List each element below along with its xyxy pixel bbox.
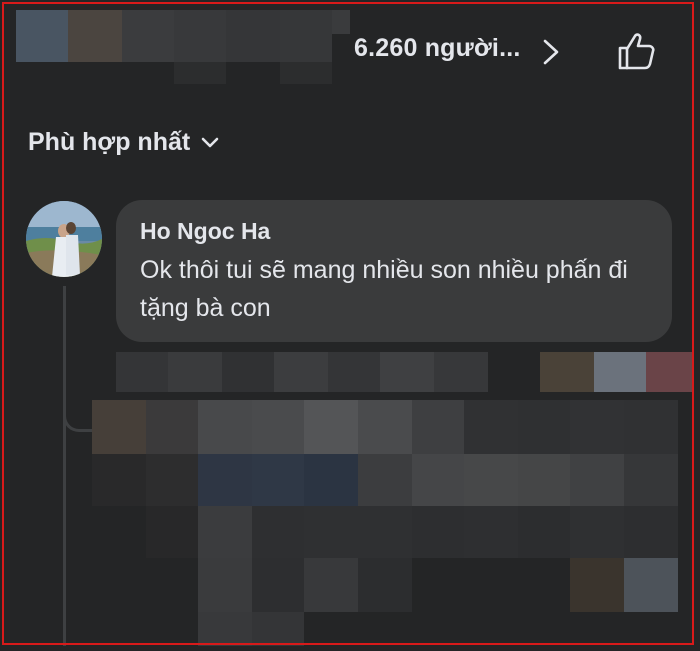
blurred-region <box>518 454 570 506</box>
blurred-region <box>92 454 146 506</box>
blurred-region <box>280 10 332 62</box>
blurred-region <box>412 506 464 558</box>
blurred-region <box>570 454 624 506</box>
blurred-region <box>412 400 464 454</box>
avatar[interactable] <box>26 201 102 277</box>
blurred-region <box>198 612 252 646</box>
blurred-region <box>570 558 624 612</box>
blurred-region <box>198 454 252 506</box>
reactions-bar[interactable]: 6.260 người... <box>0 0 700 90</box>
blurred-region <box>358 454 412 506</box>
blurred-region <box>358 400 412 454</box>
blurred-region <box>252 558 304 612</box>
reaction-count[interactable]: 6.260 người... <box>354 34 521 63</box>
blurred-region <box>304 400 358 454</box>
blurred-region <box>280 62 332 84</box>
thumbs-up-icon[interactable] <box>616 30 658 72</box>
blurred-region <box>146 400 198 454</box>
blurred-region <box>518 506 570 558</box>
blurred-region <box>222 352 274 392</box>
blurred-region <box>226 10 280 62</box>
blurred-region <box>570 400 624 454</box>
blurred-region <box>304 506 358 558</box>
comment-text: Ok thôi tui sẽ mang nhiều son nhiều phấn… <box>140 256 628 322</box>
thread-line <box>63 286 66 646</box>
blurred-region <box>252 454 304 506</box>
blurred-region <box>304 454 358 506</box>
blurred-region <box>174 10 226 62</box>
blurred-region <box>146 454 198 506</box>
blurred-region <box>624 506 678 558</box>
blurred-region <box>252 400 304 454</box>
blurred-region <box>646 352 694 392</box>
blurred-region <box>332 10 350 34</box>
blurred-region <box>174 62 226 84</box>
sort-dropdown[interactable]: Phù hợp nhất <box>28 128 220 157</box>
comment-bubble[interactable]: Ho Ngoc Ha Ok thôi tui sẽ mang nhiều son… <box>116 200 672 342</box>
blurred-region <box>198 400 252 454</box>
blurred-region <box>464 454 518 506</box>
blurred-region <box>146 506 198 558</box>
blurred-region <box>624 454 678 506</box>
blurred-region <box>16 10 68 62</box>
blurred-region <box>518 400 570 454</box>
comment-author[interactable]: Ho Ngoc Ha <box>140 218 648 245</box>
chevron-right-icon[interactable] <box>541 38 561 66</box>
blurred-region <box>358 506 412 558</box>
blurred-region <box>252 612 304 646</box>
blurred-region <box>540 352 594 392</box>
blurred-region <box>304 558 358 612</box>
blurred-region <box>92 400 146 454</box>
blurred-region <box>464 400 518 454</box>
blurred-region <box>168 352 222 392</box>
blurred-region <box>68 10 122 62</box>
blurred-region <box>274 352 328 392</box>
blurred-region <box>570 506 624 558</box>
blurred-region <box>116 352 168 392</box>
blurred-region <box>198 506 252 558</box>
blurred-region <box>624 558 678 612</box>
sort-label: Phù hợp nhất <box>28 128 191 156</box>
blurred-region <box>380 352 434 392</box>
blurred-region <box>328 352 380 392</box>
blurred-region <box>464 506 518 558</box>
blurred-region <box>594 352 646 392</box>
blurred-region <box>252 506 304 558</box>
blurred-region <box>434 352 488 392</box>
chevron-down-icon <box>201 137 219 147</box>
blurred-region <box>198 558 252 612</box>
blurred-region <box>624 400 678 454</box>
blurred-region <box>358 558 412 612</box>
blurred-region <box>122 10 174 62</box>
blurred-region <box>412 454 464 506</box>
avatar-photo <box>26 201 102 277</box>
